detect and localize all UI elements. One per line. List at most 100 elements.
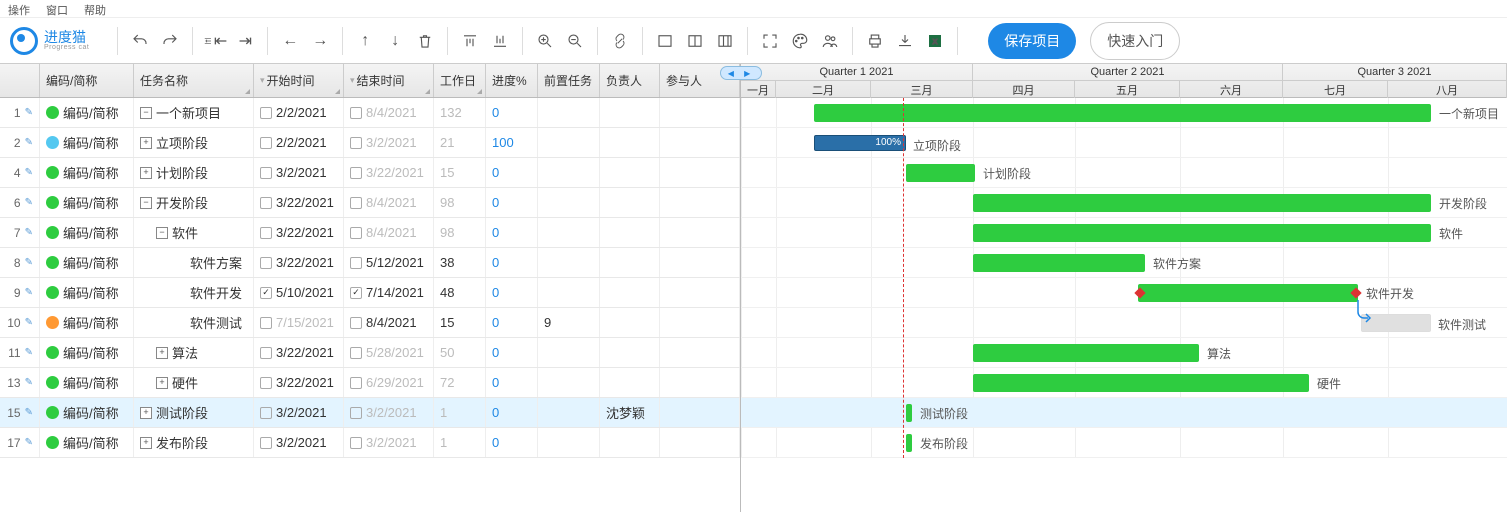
expand-toggle[interactable]: +: [140, 167, 152, 179]
gantt-bar[interactable]: 硬件: [973, 374, 1309, 392]
table-row[interactable]: 6✎编码/简称−开发阶段3/22/20218/4/2021980: [0, 188, 740, 218]
download-icon[interactable]: [893, 29, 917, 53]
gantt-bar[interactable]: 软件开发: [1138, 284, 1358, 302]
gantt-bar[interactable]: 开发阶段: [973, 194, 1431, 212]
gantt-row[interactable]: 一个新项目: [741, 98, 1507, 128]
indent-icon[interactable]: ⇥: [233, 29, 257, 53]
save-button[interactable]: 保存项目: [988, 23, 1076, 59]
excel-icon[interactable]: X: [923, 29, 947, 53]
gantt-row[interactable]: 硬件: [741, 368, 1507, 398]
end-checkbox[interactable]: [350, 227, 362, 239]
expand-toggle[interactable]: −: [140, 197, 152, 209]
gantt-bar[interactable]: 测试阶段: [906, 404, 912, 422]
end-checkbox[interactable]: [350, 137, 362, 149]
arrow-down-icon[interactable]: ↓: [383, 29, 407, 53]
start-checkbox[interactable]: [260, 197, 272, 209]
link-icon[interactable]: [608, 29, 632, 53]
arrow-up-icon[interactable]: ↑: [353, 29, 377, 53]
col-own[interactable]: 负责人: [600, 64, 660, 97]
end-checkbox[interactable]: [350, 317, 362, 329]
table-row[interactable]: 2✎编码/简称+立项阶段2/2/20213/2/202121100: [0, 128, 740, 158]
expand-toggle[interactable]: +: [140, 137, 152, 149]
col-days[interactable]: 工作日: [434, 64, 486, 97]
edit-icon[interactable]: ✎: [25, 137, 33, 148]
col-end[interactable]: ▾结束时间: [344, 64, 434, 97]
quickstart-button[interactable]: 快速入门: [1090, 22, 1180, 60]
table-row[interactable]: 8✎编码/简称软件方案3/22/20215/12/2021380: [0, 248, 740, 278]
splitter-handle[interactable]: [720, 66, 762, 80]
menu-action[interactable]: 操作: [8, 2, 30, 15]
col-prog[interactable]: 进度%: [486, 64, 538, 97]
edit-icon[interactable]: ✎: [25, 107, 33, 118]
zoom-out-icon[interactable]: [563, 29, 587, 53]
gantt-bar[interactable]: 软件: [973, 224, 1431, 242]
expand-toggle[interactable]: +: [140, 437, 152, 449]
edit-icon[interactable]: ✎: [25, 347, 33, 358]
gantt-row[interactable]: 发布阶段: [741, 428, 1507, 458]
outdent-icon[interactable]: ⇤: [203, 29, 227, 53]
zoom-in-icon[interactable]: [533, 29, 557, 53]
expand-toggle[interactable]: −: [140, 107, 152, 119]
edit-icon[interactable]: ✎: [25, 257, 33, 268]
gantt-bar[interactable]: 发布阶段: [906, 434, 912, 452]
expand-toggle[interactable]: +: [156, 347, 168, 359]
gantt-row[interactable]: 算法: [741, 338, 1507, 368]
table-row[interactable]: 1✎编码/简称−一个新项目2/2/20218/4/20211320: [0, 98, 740, 128]
edit-icon[interactable]: ✎: [25, 167, 33, 178]
end-checkbox[interactable]: [350, 377, 362, 389]
table-row[interactable]: 11✎编码/简称+算法3/22/20215/28/2021500: [0, 338, 740, 368]
gantt-row[interactable]: 计划阶段: [741, 158, 1507, 188]
col-name[interactable]: 任务名称: [134, 64, 254, 97]
start-checkbox[interactable]: [260, 107, 272, 119]
gantt-row[interactable]: 软件测试: [741, 308, 1507, 338]
edit-icon[interactable]: ✎: [25, 287, 33, 298]
fullscreen-icon[interactable]: [758, 29, 782, 53]
gantt-bar[interactable]: 一个新项目: [814, 104, 1431, 122]
arrow-left-icon[interactable]: ←: [278, 29, 302, 53]
table-row[interactable]: 17✎编码/简称+发布阶段3/2/20213/2/202110: [0, 428, 740, 458]
start-checkbox[interactable]: [260, 137, 272, 149]
end-checkbox[interactable]: [350, 197, 362, 209]
gantt-row[interactable]: 开发阶段: [741, 188, 1507, 218]
start-checkbox[interactable]: [260, 347, 272, 359]
end-checkbox[interactable]: ✓: [350, 287, 362, 299]
undo-icon[interactable]: [128, 29, 152, 53]
start-checkbox[interactable]: [260, 407, 272, 419]
expand-toggle[interactable]: +: [156, 377, 168, 389]
start-checkbox[interactable]: ✓: [260, 287, 272, 299]
gantt-bar[interactable]: 100%立项阶段: [814, 135, 906, 151]
expand-toggle[interactable]: −: [156, 227, 168, 239]
start-checkbox[interactable]: [260, 377, 272, 389]
end-checkbox[interactable]: [350, 347, 362, 359]
expand-toggle[interactable]: +: [140, 407, 152, 419]
gantt-bar[interactable]: 算法: [973, 344, 1199, 362]
edit-icon[interactable]: ✎: [25, 227, 33, 238]
edit-icon[interactable]: ✎: [25, 407, 33, 418]
col-start[interactable]: ▾开始时间: [254, 64, 344, 97]
gantt-bar[interactable]: 计划阶段: [906, 164, 975, 182]
gantt-row[interactable]: 测试阶段: [741, 398, 1507, 428]
gantt-row[interactable]: 软件: [741, 218, 1507, 248]
start-checkbox[interactable]: [260, 257, 272, 269]
edit-icon[interactable]: ✎: [25, 437, 33, 448]
end-checkbox[interactable]: [350, 257, 362, 269]
table-row[interactable]: 15✎编码/简称+测试阶段3/2/20213/2/202110沈梦颖: [0, 398, 740, 428]
layout-3-icon[interactable]: [713, 29, 737, 53]
align-bottom-icon[interactable]: [488, 29, 512, 53]
start-checkbox[interactable]: [260, 437, 272, 449]
users-icon[interactable]: [818, 29, 842, 53]
menu-help[interactable]: 帮助: [84, 2, 106, 15]
end-checkbox[interactable]: [350, 407, 362, 419]
edit-icon[interactable]: ✎: [25, 377, 33, 388]
edit-icon[interactable]: ✎: [25, 317, 33, 328]
start-checkbox[interactable]: [260, 167, 272, 179]
gantt-row[interactable]: 软件方案: [741, 248, 1507, 278]
table-row[interactable]: 4✎编码/简称+计划阶段3/2/20213/22/2021150: [0, 158, 740, 188]
redo-icon[interactable]: [158, 29, 182, 53]
layout-2-icon[interactable]: [683, 29, 707, 53]
col-code[interactable]: 编码/简称: [40, 64, 134, 97]
table-row[interactable]: 13✎编码/简称+硬件3/22/20216/29/2021720: [0, 368, 740, 398]
table-row[interactable]: 10✎编码/简称软件测试7/15/20218/4/20211509: [0, 308, 740, 338]
layout-1-icon[interactable]: [653, 29, 677, 53]
edit-icon[interactable]: ✎: [25, 197, 33, 208]
